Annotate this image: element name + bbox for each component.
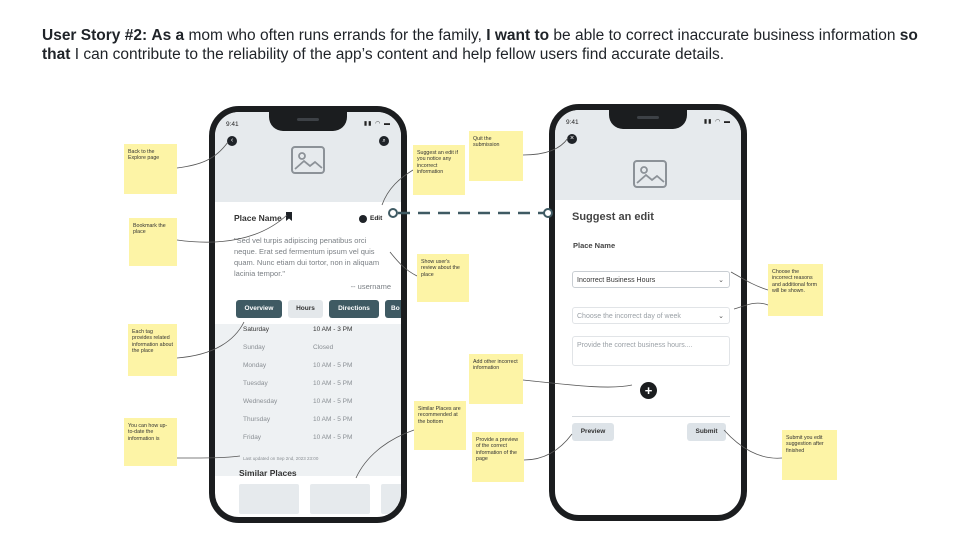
note-tags: Each tag provides related information ab… [128, 324, 177, 376]
note-similar: Similar Places are recommended at the bo… [414, 401, 466, 450]
status-time: 9:41 [566, 119, 579, 126]
note-review: Show user's review about the place [417, 254, 469, 302]
status-icons: ▮▮ ◠ ▬ [703, 119, 731, 125]
note-suggest: Suggest an edit if you notice any incorr… [413, 145, 465, 195]
note-submit: Submit you edit suggestion after finishe… [782, 430, 837, 480]
note-bookmark: Bookmark the place [129, 218, 177, 266]
note-back: Back to the Explore page [124, 144, 177, 194]
note-preview: Provide a preview of the correct informa… [472, 432, 524, 482]
phone-notch [269, 112, 347, 131]
note-reasons: Choose the incorrect reasons and additio… [768, 264, 823, 316]
status-icons: ▮▮ ◠ ▬ [363, 121, 391, 127]
note-uptodate: You can how up-to-date the information i… [124, 418, 177, 466]
note-add: Add other incorrect information [469, 354, 523, 404]
phone-notch [609, 110, 687, 129]
note-quit: Quit the submission [469, 131, 523, 181]
status-time: 9:41 [226, 121, 239, 128]
